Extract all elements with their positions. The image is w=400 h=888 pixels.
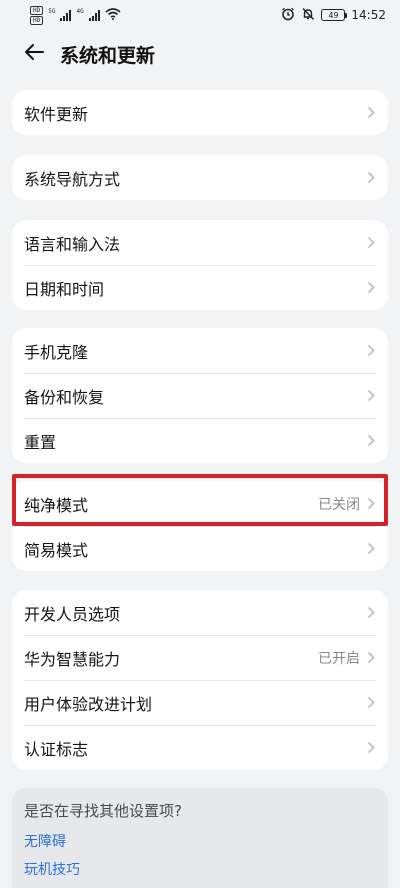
row-label: 软件更新 bbox=[24, 104, 89, 124]
suggestion-card: 是否在寻找其他设置项? 无障碍 玩机技巧 bbox=[12, 788, 388, 888]
row-label: 开发人员选项 bbox=[24, 604, 121, 624]
back-arrow-icon bbox=[24, 43, 44, 65]
chevron-right-icon bbox=[366, 651, 376, 665]
chevron-right-icon bbox=[366, 106, 376, 120]
chevron-right-icon bbox=[366, 741, 376, 755]
row-pure-mode[interactable]: 纯净模式 已关闭 bbox=[12, 481, 388, 526]
signal-icon bbox=[60, 9, 72, 21]
row-software-update[interactable]: 软件更新 bbox=[12, 90, 388, 135]
suggestion-title: 是否在寻找其他设置项? bbox=[24, 802, 182, 820]
row-label: 系统导航方式 bbox=[24, 169, 121, 189]
row-label: 纯净模式 bbox=[24, 495, 89, 515]
chevron-right-icon bbox=[366, 542, 376, 556]
row-backup-restore[interactable]: 备份和恢复 bbox=[12, 373, 388, 418]
network-type-1: 5G bbox=[48, 7, 56, 15]
chevron-right-icon bbox=[366, 389, 376, 403]
row-phone-clone[interactable]: 手机克隆 bbox=[12, 328, 388, 373]
row-label: 用户体验改进计划 bbox=[24, 694, 153, 714]
row-language-input[interactable]: 语言和输入法 bbox=[12, 220, 388, 265]
app-header: 系统和更新 bbox=[0, 30, 400, 78]
group-navigation: 系统导航方式 bbox=[12, 155, 388, 200]
wifi-icon bbox=[105, 7, 121, 23]
group-modes: 纯净模式 已关闭 简易模式 bbox=[12, 481, 388, 571]
row-label: 华为智慧能力 bbox=[24, 649, 121, 669]
row-user-experience[interactable]: 用户体验改进计划 bbox=[12, 680, 388, 725]
row-simple-mode[interactable]: 简易模式 bbox=[12, 526, 388, 571]
status-right: 49 14:52 bbox=[281, 7, 386, 24]
row-system-navigation[interactable]: 系统导航方式 bbox=[12, 155, 388, 200]
row-label: 手机克隆 bbox=[24, 342, 89, 362]
chevron-right-icon bbox=[366, 236, 376, 250]
sim1-badge: HD bbox=[30, 5, 44, 15]
chevron-right-icon bbox=[366, 281, 376, 295]
chevron-right-icon bbox=[366, 171, 376, 185]
row-label: 备份和恢复 bbox=[24, 387, 105, 407]
row-label: 重置 bbox=[24, 432, 57, 452]
row-huawei-ai[interactable]: 华为智慧能力 已开启 bbox=[12, 635, 388, 680]
row-label: 认证标志 bbox=[24, 739, 89, 759]
chevron-right-icon bbox=[366, 434, 376, 448]
chevron-right-icon bbox=[366, 606, 376, 620]
row-label: 日期和时间 bbox=[24, 279, 105, 299]
sim-indicators: HD HD bbox=[30, 5, 44, 25]
status-left: HD HD 5G 4G bbox=[30, 5, 121, 25]
row-label: 简易模式 bbox=[24, 540, 89, 560]
row-date-time[interactable]: 日期和时间 bbox=[12, 265, 388, 310]
row-reset[interactable]: 重置 bbox=[12, 418, 388, 463]
chevron-right-icon bbox=[366, 696, 376, 710]
clock-time: 14:52 bbox=[351, 8, 386, 22]
sim2-badge: HD bbox=[30, 15, 44, 25]
row-developer-options[interactable]: 开发人员选项 bbox=[12, 590, 388, 635]
chevron-right-icon bbox=[366, 497, 376, 511]
link-tips[interactable]: 玩机技巧 bbox=[24, 859, 376, 879]
row-status-value: 已开启 bbox=[318, 650, 360, 667]
signal-icon-2 bbox=[88, 9, 100, 21]
alarm-icon bbox=[281, 7, 295, 24]
network-type-2: 4G bbox=[76, 7, 84, 15]
link-accessibility[interactable]: 无障碍 bbox=[24, 831, 376, 851]
chevron-right-icon bbox=[366, 344, 376, 358]
mute-bell-icon bbox=[301, 7, 315, 24]
back-button[interactable] bbox=[8, 30, 60, 78]
group-backup-reset: 手机克隆 备份和恢复 重置 bbox=[12, 328, 388, 463]
group-developer: 开发人员选项 华为智慧能力 已开启 用户体验改进计划 认证标志 bbox=[12, 590, 388, 770]
row-certification[interactable]: 认证标志 bbox=[12, 725, 388, 770]
status-bar: HD HD 5G 4G 49 14:52 bbox=[0, 0, 400, 30]
group-language-date: 语言和输入法 日期和时间 bbox=[12, 220, 388, 310]
row-status-value: 已关闭 bbox=[318, 496, 360, 513]
battery-icon: 49 bbox=[321, 9, 348, 21]
group-software-update: 软件更新 bbox=[12, 90, 388, 135]
row-label: 语言和输入法 bbox=[24, 234, 121, 254]
page-title: 系统和更新 bbox=[60, 44, 156, 67]
